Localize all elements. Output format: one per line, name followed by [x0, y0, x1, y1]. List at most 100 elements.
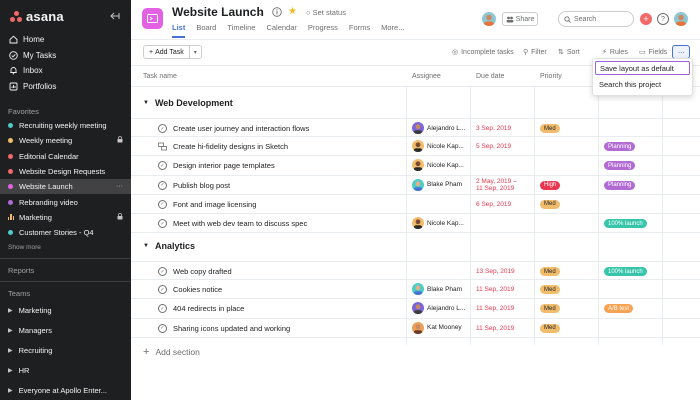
table-row[interactable]: ✓ Sharing icons updated and working Kat Mo…: [131, 319, 700, 338]
task-name[interactable]: Cookies notice: [173, 285, 222, 294]
fields-button[interactable]: ▭ Fields: [639, 48, 667, 57]
stage-badge[interactable]: Planning: [604, 161, 636, 171]
avatar[interactable]: [674, 12, 688, 26]
due-date[interactable]: 11 Sep, 2019: [476, 305, 514, 312]
avatar[interactable]: [412, 302, 424, 315]
complete-checkbox-icon[interactable]: ✓: [158, 161, 167, 171]
avatar[interactable]: [412, 122, 424, 134]
caret-down-icon[interactable]: ▼: [143, 243, 149, 249]
task-name[interactable]: Design interior page templates: [173, 161, 275, 170]
priority-badge[interactable]: Med: [540, 199, 560, 209]
stage-badge[interactable]: 100% launch: [604, 219, 647, 228]
stage-badge[interactable]: 100% launch: [604, 267, 647, 276]
column-due-date[interactable]: Due date: [476, 73, 504, 80]
priority-badge[interactable]: Med: [540, 124, 560, 133]
tab-forms[interactable]: Forms: [349, 23, 370, 38]
tab-list[interactable]: List: [172, 23, 186, 38]
due-date[interactable]: 13 Sep, 2019: [476, 268, 515, 275]
help-button[interactable]: ?: [657, 13, 669, 25]
subtask-icon[interactable]: [158, 142, 167, 151]
tab-timeline[interactable]: Timeline: [227, 23, 255, 38]
team-item[interactable]: ▶ Managers: [0, 320, 131, 340]
due-date[interactable]: 5 Sep, 2019: [476, 143, 511, 150]
stage-badge[interactable]: Planning: [604, 180, 636, 190]
team-item[interactable]: ▶ Marketing: [0, 300, 131, 320]
complete-checkbox-icon[interactable]: ✓: [158, 124, 167, 133]
section-header[interactable]: ▼ Analytics: [143, 241, 195, 251]
complete-checkbox-icon[interactable]: ✓: [158, 267, 167, 276]
incomplete-tasks-filter[interactable]: ◎ Incomplete tasks: [452, 48, 514, 57]
favorite-item[interactable]: Website Launch ···: [0, 179, 131, 195]
sidebar-item-portfolios[interactable]: Portfolios: [0, 79, 131, 95]
assignee-cell[interactable]: Kat Mooney: [412, 321, 462, 334]
column-assignee[interactable]: Assignee: [412, 73, 441, 80]
team-item[interactable]: ▶ Recruiting: [0, 340, 131, 360]
column-priority[interactable]: Priority: [540, 73, 562, 80]
complete-checkbox-icon[interactable]: ✓: [158, 304, 167, 314]
favorite-item[interactable]: Weekly meeting: [0, 133, 131, 148]
sidebar-item-home[interactable]: Home: [0, 32, 131, 48]
complete-checkbox-icon[interactable]: ✓: [158, 323, 167, 333]
favorite-item[interactable]: Rebranding video: [0, 194, 131, 209]
more-options-button[interactable]: ···: [672, 45, 690, 59]
project-icon[interactable]: [142, 8, 163, 29]
more-icon[interactable]: ···: [116, 183, 123, 190]
due-date[interactable]: 6 Sep, 2019: [476, 201, 511, 208]
assignee-cell[interactable]: Blake Pham: [412, 178, 462, 191]
tab-progress[interactable]: Progress: [308, 23, 338, 38]
favorite-item[interactable]: Website Design Requests: [0, 164, 131, 179]
team-item[interactable]: ▶ Everyone at Apollo Enter...: [0, 380, 131, 400]
favorite-item[interactable]: Recruiting weekly meeting: [0, 118, 131, 133]
table-row[interactable]: ✓ Design interior page templates Nicole Ka…: [131, 156, 700, 176]
add-section-button[interactable]: + Add section: [143, 346, 200, 358]
stage-badge[interactable]: A/B test: [604, 304, 634, 314]
priority-badge[interactable]: Med: [540, 323, 560, 333]
set-status-button[interactable]: ○ Set status: [306, 8, 346, 17]
table-row[interactable]: ✓ Meet with web dev team to discuss spec N…: [131, 214, 700, 234]
sidebar-item-my-tasks[interactable]: My Tasks: [0, 48, 131, 64]
table-row[interactable]: Create hi-fidelity designs in Sketch Nico…: [131, 137, 700, 157]
priority-badge[interactable]: Med: [540, 267, 560, 276]
avatar[interactable]: [412, 321, 424, 334]
due-date[interactable]: 11 Sep, 2019: [476, 286, 514, 293]
assignee-cell[interactable]: Blake Pham: [412, 283, 462, 296]
priority-badge[interactable]: Med: [540, 285, 560, 295]
tab-board[interactable]: Board: [196, 23, 216, 38]
caret-down-icon[interactable]: ▼: [143, 100, 149, 106]
filter-button[interactable]: ⚲ Filter: [523, 48, 547, 57]
star-icon[interactable]: ★: [288, 6, 297, 17]
task-name[interactable]: Create hi-fidelity designs in Sketch: [173, 142, 288, 151]
table-row[interactable]: ✓ Publish blog post Blake Pham 2 May, 2019 …: [131, 176, 700, 195]
share-button[interactable]: Share: [502, 12, 538, 26]
due-date[interactable]: 2 May, 2019 –11 Sep, 2019: [476, 178, 517, 193]
tab-more[interactable]: More...: [381, 23, 404, 38]
sort-button[interactable]: ⇅ Sort: [558, 48, 580, 57]
avatar[interactable]: [412, 283, 424, 296]
table-row[interactable]: ✓ Create user journey and interaction flo…: [131, 118, 700, 138]
assignee-cell[interactable]: Alejandro L...: [412, 302, 465, 315]
add-task-dropdown[interactable]: ▾: [190, 46, 201, 58]
favorite-item[interactable]: Customer Stories - Q4: [0, 225, 131, 240]
table-row[interactable]: ✓ Web copy drafted 13 Sep, 2019 Med 100% lau…: [131, 261, 700, 281]
task-name[interactable]: Sharing icons updated and working: [173, 324, 290, 333]
complete-checkbox-icon[interactable]: ✓: [158, 219, 167, 228]
task-name[interactable]: Web copy drafted: [173, 267, 232, 276]
task-name[interactable]: Meet with web dev team to discuss spec: [173, 219, 307, 228]
chevron-down-icon[interactable]: ⌄: [257, 8, 264, 17]
table-row[interactable]: ✓ Cookies notice Blake Pham 11 Sep, 2019 Med: [131, 280, 700, 300]
rules-button[interactable]: ⚡ Rules: [602, 48, 628, 57]
complete-checkbox-icon[interactable]: ✓: [158, 180, 167, 190]
add-task-button[interactable]: + Add Task: [144, 46, 190, 58]
complete-checkbox-icon[interactable]: ✓: [158, 199, 167, 209]
assignee-cell[interactable]: Alejandro L...: [412, 122, 465, 134]
due-date[interactable]: 3 Sep, 2019: [476, 125, 511, 132]
assignee-cell[interactable]: Nicole Kap...: [412, 140, 464, 153]
team-item[interactable]: ▶ HR: [0, 360, 131, 380]
due-date[interactable]: 11 Sep, 2019: [476, 325, 514, 332]
menu-item-save-layout-as-default[interactable]: Save layout as default: [595, 61, 690, 75]
complete-checkbox-icon[interactable]: ✓: [158, 285, 167, 295]
avatar[interactable]: [412, 217, 424, 229]
menu-item-search-this-project[interactable]: Search this project: [595, 77, 690, 91]
section-header[interactable]: ▼ Web Development: [143, 98, 233, 108]
collapse-sidebar-icon[interactable]: [109, 11, 121, 21]
